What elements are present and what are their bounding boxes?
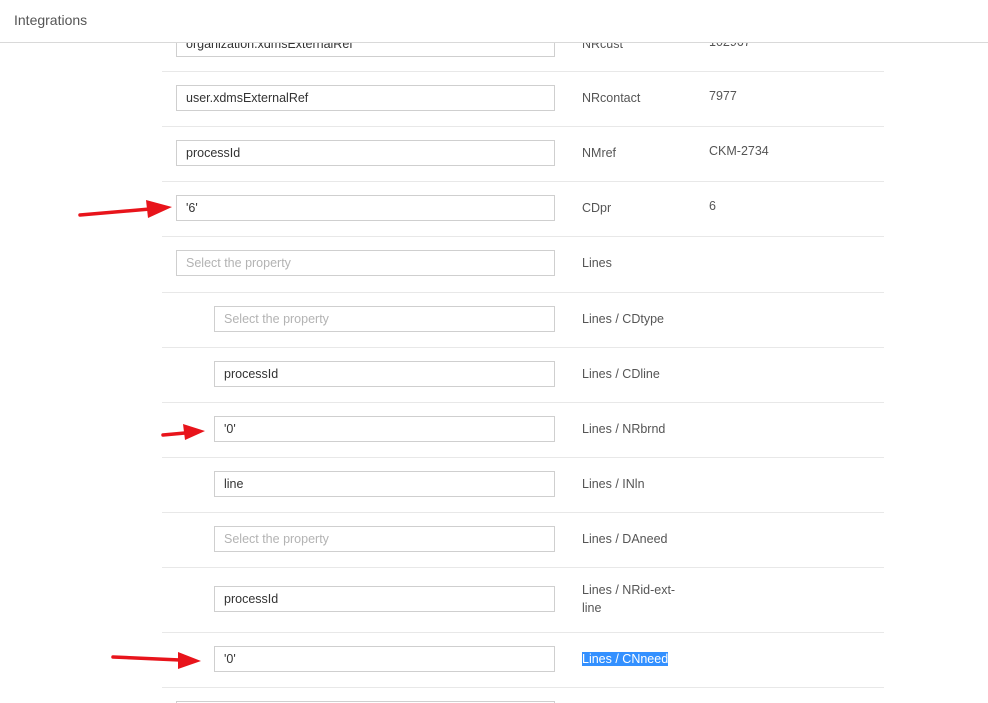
target-field-label: Lines / INln [582,477,645,491]
annotation-arrow [111,652,201,669]
property-input[interactable]: processId [214,586,555,612]
sample-value: 6 [709,199,716,213]
property-input[interactable]: user.xdmsExternalRef [176,85,555,111]
property-select[interactable]: Select the property [214,306,555,332]
target-field-label: Lines / CDline [582,367,660,381]
property-input[interactable]: '0' [214,416,555,442]
property-input[interactable]: processId [176,140,555,166]
target-field-label: Lines / CDtype [582,312,664,326]
mapping-row: processId NMref CKM-2734 [162,127,884,182]
selected-label-text: Lines / CNneed [582,652,669,666]
property-select[interactable]: Select the property [176,250,555,276]
mapping-row: processId Lines / CDline [162,348,884,403]
target-field-label: Lines / NRid-ext-line [582,583,676,615]
mapping-row: Select the property Lines / CDtype [162,293,884,348]
sample-value: CKM-2734 [709,144,769,158]
mapping-row: '0' Lines / NRbrnd [162,403,884,458]
target-field-label: Lines / NRbrnd [582,422,666,436]
property-input[interactable]: '6' [176,195,555,221]
property-input[interactable]: processId [214,361,555,387]
annotation-arrow [161,424,205,440]
property-input[interactable]: line [214,471,555,497]
mapping-row: Select the property Lines [162,237,884,293]
mapping-row: processId Lines / NRid-ext-line [162,568,884,633]
sample-value: 7977 [709,89,737,103]
target-field-label: Lines [582,256,612,270]
page-title: Integrations [14,12,88,28]
target-field-label: NMref [582,146,617,160]
target-field-label: Lines / DAneed [582,532,668,546]
target-field-label: NRcontact [582,91,641,105]
mapping-row: Select the property Lines / DAneed [162,513,884,568]
property-select[interactable]: Select the property [214,526,555,552]
annotation-arrow [78,200,172,218]
mapping-row: line Lines / INln [162,458,884,513]
target-field-label: CDpr [582,201,612,215]
mapping-row [162,688,884,703]
mapping-row: user.xdmsExternalRef NRcontact 7977 [162,72,884,127]
property-input[interactable]: '0' [214,646,555,672]
mapping-row: '0' Lines / CNneed [162,633,884,688]
mapping-row: '6' CDpr 6 [162,182,884,237]
top-bar: Integrations [0,0,988,43]
target-field-label: Lines / CNneed [582,650,692,668]
